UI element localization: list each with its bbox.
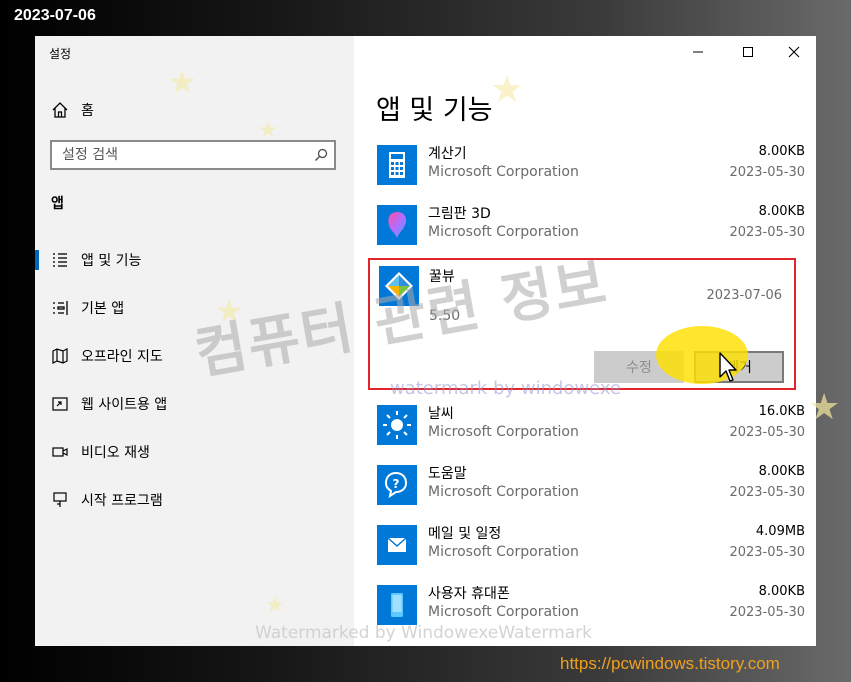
decorative-star: ★ <box>265 593 285 618</box>
app-date: 2023-05-30 <box>729 225 805 240</box>
sidebar-item-label: 오프라인 지도 <box>81 349 163 365</box>
page-title: 앱 및 기능 <box>376 95 493 126</box>
sidebar-home[interactable]: 홈 <box>51 100 94 120</box>
close-button[interactable] <box>780 44 808 60</box>
app-publisher: Microsoft Corporation <box>428 164 579 180</box>
default-apps-icon <box>53 301 68 315</box>
home-label: 홈 <box>81 103 94 119</box>
app-name: 계산기 <box>428 146 467 162</box>
app-size: 8.00KB <box>758 584 805 599</box>
mail-calendar-icon <box>377 525 417 565</box>
decorative-star: ★ <box>258 118 278 143</box>
watermark-bottom-text: Watermarked by WindowexeWatermark <box>255 623 593 643</box>
mouse-pointer-icon <box>719 352 737 382</box>
minimize-icon <box>693 51 703 53</box>
sidebar-item-video-playback[interactable]: 비디오 재생 <box>35 432 354 472</box>
app-name: 사용자 휴대폰 <box>428 586 510 602</box>
maximize-button[interactable] <box>734 44 762 60</box>
svg-text:?: ? <box>393 477 400 491</box>
app-publisher: Microsoft Corporation <box>428 224 579 240</box>
close-icon <box>788 46 800 58</box>
decorative-star: ★ <box>168 63 197 101</box>
sidebar-item-label: 웹 사이트용 앱 <box>81 397 168 413</box>
sidebar-item-apps-features[interactable]: 앱 및 기능 <box>35 240 354 280</box>
sidebar-item-label: 시작 프로그램 <box>81 493 163 509</box>
app-size: 4.09MB <box>755 524 805 539</box>
home-icon <box>52 102 68 118</box>
app-name: 날씨 <box>428 406 454 422</box>
app-publisher: Microsoft Corporation <box>428 544 579 560</box>
get-help-icon: ? <box>377 465 417 505</box>
site-url: https://pcwindows.tistory.com <box>560 654 780 673</box>
decorative-star: ★ <box>490 67 525 111</box>
video-playback-icon <box>52 447 68 457</box>
sidebar-item-label: 기본 앱 <box>81 301 125 317</box>
app-size: 16.0KB <box>758 404 805 419</box>
apps-features-icon <box>53 253 67 267</box>
app-date: 2023-05-30 <box>729 425 805 440</box>
app-date: 2023-05-30 <box>729 485 805 500</box>
sidebar-item-apps-for-websites[interactable]: 웹 사이트용 앱 <box>35 384 354 424</box>
sidebar-item-label: 비디오 재생 <box>81 445 150 461</box>
app-name: 그림판 3D <box>428 206 491 222</box>
apps-for-websites-icon <box>52 397 68 411</box>
app-row-weather[interactable]: 날씨 Microsoft Corporation 16.0KB 2023-05-… <box>376 402 805 460</box>
app-size: 8.00KB <box>758 464 805 479</box>
app-publisher: Microsoft Corporation <box>428 604 579 620</box>
calculator-icon <box>377 145 417 185</box>
app-name: 도움말 <box>428 466 467 482</box>
sidebar-item-label: 앱 및 기능 <box>81 253 142 269</box>
search-input[interactable] <box>52 142 312 168</box>
app-date: 2023-05-30 <box>729 605 805 620</box>
app-size: 8.00KB <box>758 144 805 159</box>
watermark-subtext: watermark by windowexe <box>390 378 622 399</box>
section-header-apps: 앱 <box>51 196 64 212</box>
paint3d-icon <box>377 205 417 245</box>
app-row-get-help[interactable]: ? 도움말 Microsoft Corporation 8.00KB 2023-… <box>376 462 805 520</box>
sidebar-item-startup[interactable]: 시작 프로그램 <box>35 480 354 520</box>
app-row-calculator[interactable]: 계산기 Microsoft Corporation 8.00KB 2023-05… <box>376 142 805 200</box>
weather-icon <box>377 405 417 445</box>
app-date: 2023-07-06 <box>706 288 782 303</box>
app-publisher: Microsoft Corporation <box>428 484 579 500</box>
decorative-star: ★ <box>808 387 841 428</box>
search-icon[interactable] <box>314 148 328 162</box>
app-date: 2023-05-30 <box>729 545 805 560</box>
screenshot-root: { "overlay": { "date_stamp": "2023-07-06… <box>0 0 851 682</box>
app-date: 2023-05-30 <box>729 165 805 180</box>
your-phone-icon <box>377 585 417 625</box>
app-size: 8.00KB <box>758 204 805 219</box>
settings-search[interactable] <box>50 140 336 170</box>
startup-icon <box>53 492 67 507</box>
app-name: 메일 및 일정 <box>428 526 502 542</box>
offline-maps-icon <box>52 348 68 364</box>
window-title: 설정 <box>49 47 72 61</box>
date-stamp: 2023-07-06 <box>14 7 96 24</box>
minimize-button[interactable] <box>684 44 712 60</box>
app-row-mail-calendar[interactable]: 메일 및 일정 Microsoft Corporation 4.09MB 202… <box>376 522 805 580</box>
app-publisher: Microsoft Corporation <box>428 424 579 440</box>
maximize-icon <box>743 47 753 57</box>
